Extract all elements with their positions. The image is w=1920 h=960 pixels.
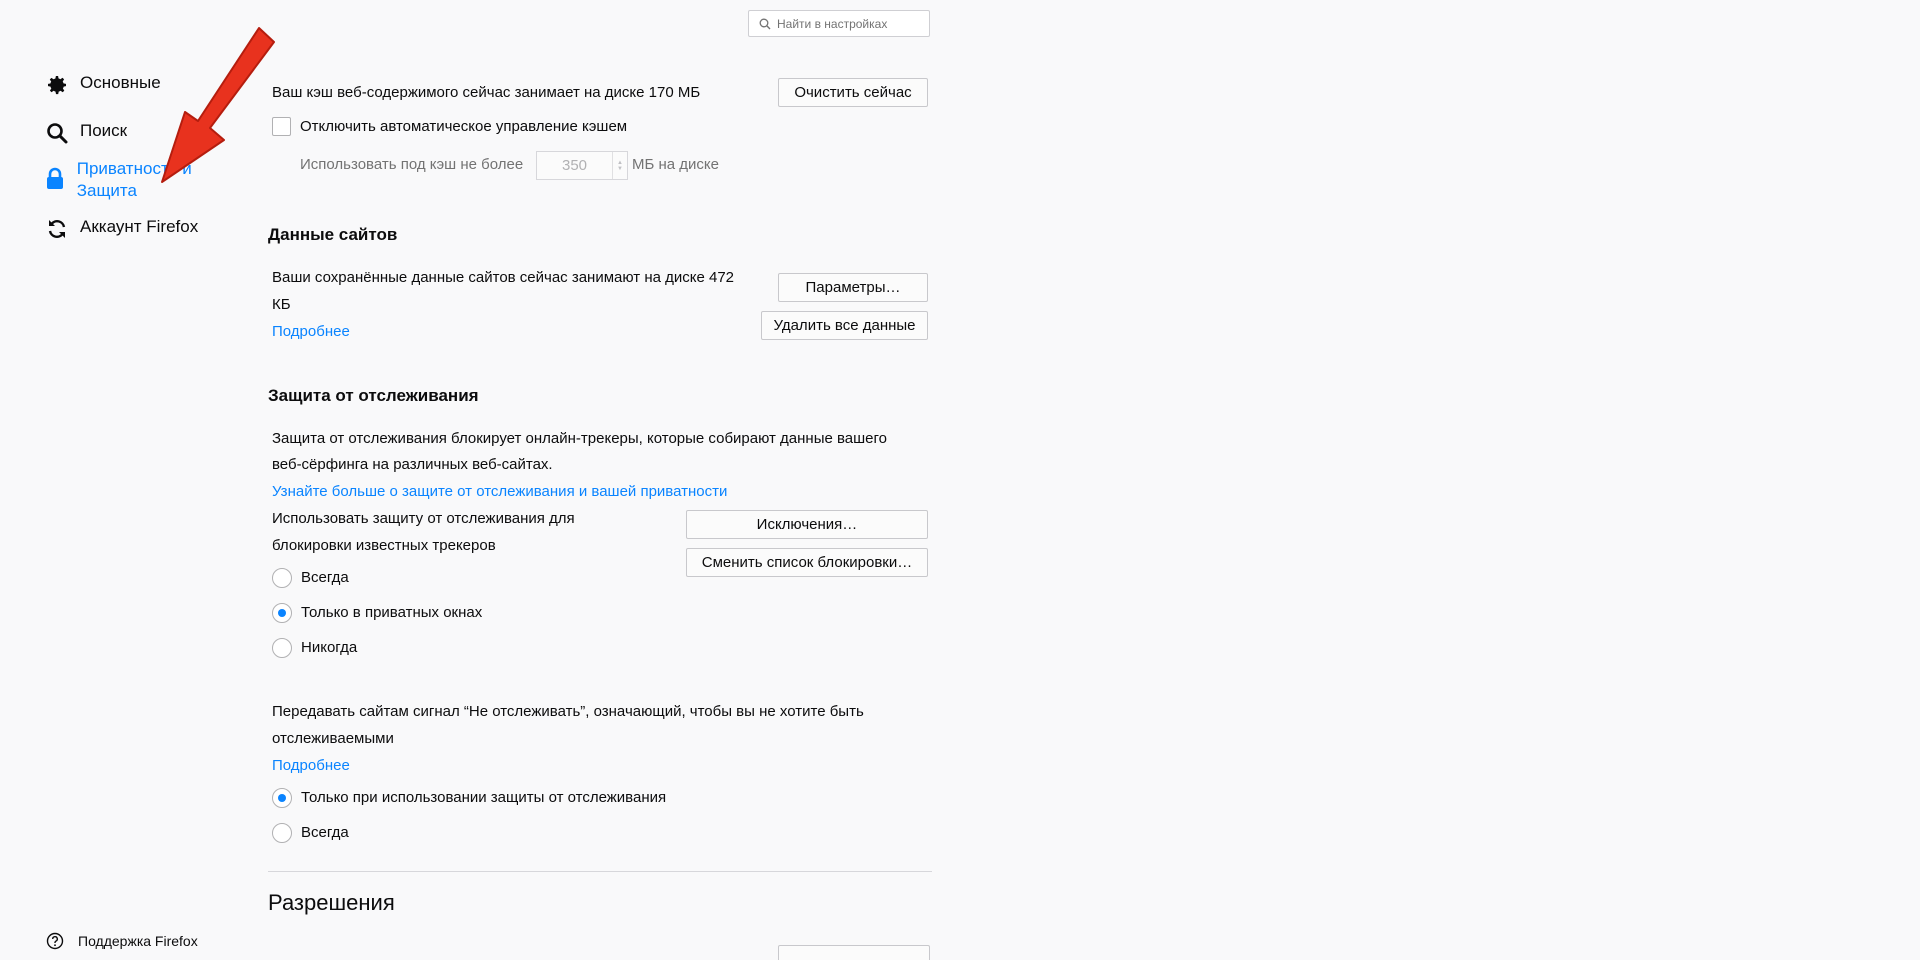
cache-override-label: Отключить автоматическое управление кэше… [300,118,628,135]
preferences-page: Основные Поиск Приватность и Защита Акка… [0,0,1920,960]
spinner-icon[interactable]: ▲ ▼ [612,152,627,179]
lock-icon [44,166,67,192]
tracking-desc-line2: веб-сёрфинга на различных веб-сайтах. [272,456,553,473]
permissions-settings-button[interactable] [778,945,930,960]
clear-all-data-button[interactable]: Удалить все данные [761,311,928,340]
tracking-use-line2: блокировки известных трекеров [272,537,496,554]
dnt-desc-line2: отслеживаемыми [272,730,394,747]
site-data-settings-button[interactable]: Параметры… [778,273,928,302]
gear-icon [44,72,70,98]
site-data-usage-line1: Ваши сохранённые данные сайтов сейчас за… [272,269,735,286]
dnt-radio-tracking[interactable] [272,788,292,808]
sidebar-item-label: Аккаунт Firefox [80,217,199,236]
tracking-radio-always[interactable] [272,568,292,588]
sidebar-item-label: Поиск [80,121,128,140]
cache-limit-suffix: МБ на диске [632,156,720,173]
sync-icon [44,216,70,242]
tracking-radio-private[interactable] [272,603,292,623]
clear-cache-button[interactable]: Очистить сейчас [778,78,928,107]
dnt-radio-label: Всегда [301,824,349,841]
cache-limit-input[interactable]: 350 ▲ ▼ [536,151,628,180]
dnt-desc-line1: Передавать сайтам сигнал “Не отслеживать… [272,703,864,720]
site-data-heading: Данные сайтов [268,225,398,244]
support-link[interactable]: Поддержка Firefox [46,932,198,950]
tracking-radio-label: Никогда [301,639,358,656]
permissions-heading: Разрешения [268,890,395,915]
dnt-radio-always[interactable] [272,823,292,843]
sidebar-item-label: Основные [80,73,161,92]
cache-override-checkbox[interactable] [272,117,291,136]
sidebar-item-general[interactable]: Основные [44,72,161,98]
tracking-radio-label: Всегда [301,569,349,586]
site-data-learn-more-link[interactable]: Подробнее [272,318,350,345]
change-block-list-button[interactable]: Сменить список блокировки… [686,548,928,577]
tracking-desc-line1: Защита от отслеживания блокирует онлайн-… [272,430,888,447]
help-icon [46,932,64,950]
divider [268,871,932,872]
support-label: Поддержка Firefox [78,933,198,949]
search-icon [759,18,771,29]
tracking-heading: Защита от отслеживания [268,386,479,405]
sidebar-item-sync[interactable]: Аккаунт Firefox [44,216,198,242]
exceptions-button[interactable]: Исключения… [686,510,928,539]
site-data-usage-line2: КБ [272,296,291,313]
cache-limit-value: 350 [561,157,588,174]
dnt-radio-label: Только при использовании защиты от отсле… [301,789,667,806]
sidebar-item-search[interactable]: Поиск [44,120,127,146]
tracking-learn-more-link[interactable]: Узнайте больше о защите от отслеживания … [272,478,727,505]
dnt-learn-more-link[interactable]: Подробнее [272,752,350,779]
tracking-use-line1: Использовать защиту от отслеживания для [272,510,575,527]
search-input[interactable]: Найти в настройках [748,10,930,37]
search-icon [44,120,70,146]
tracking-radio-never[interactable] [272,638,292,658]
cache-usage-text: Ваш кэш веб-содержимого сейчас занимает … [272,84,701,101]
tracking-radio-label: Только в приватных окнах [301,604,483,621]
search-placeholder: Найти в настройках [777,16,888,31]
cache-limit-prefix: Использовать под кэш не более [300,156,524,173]
annotation-arrow-icon [161,27,275,183]
